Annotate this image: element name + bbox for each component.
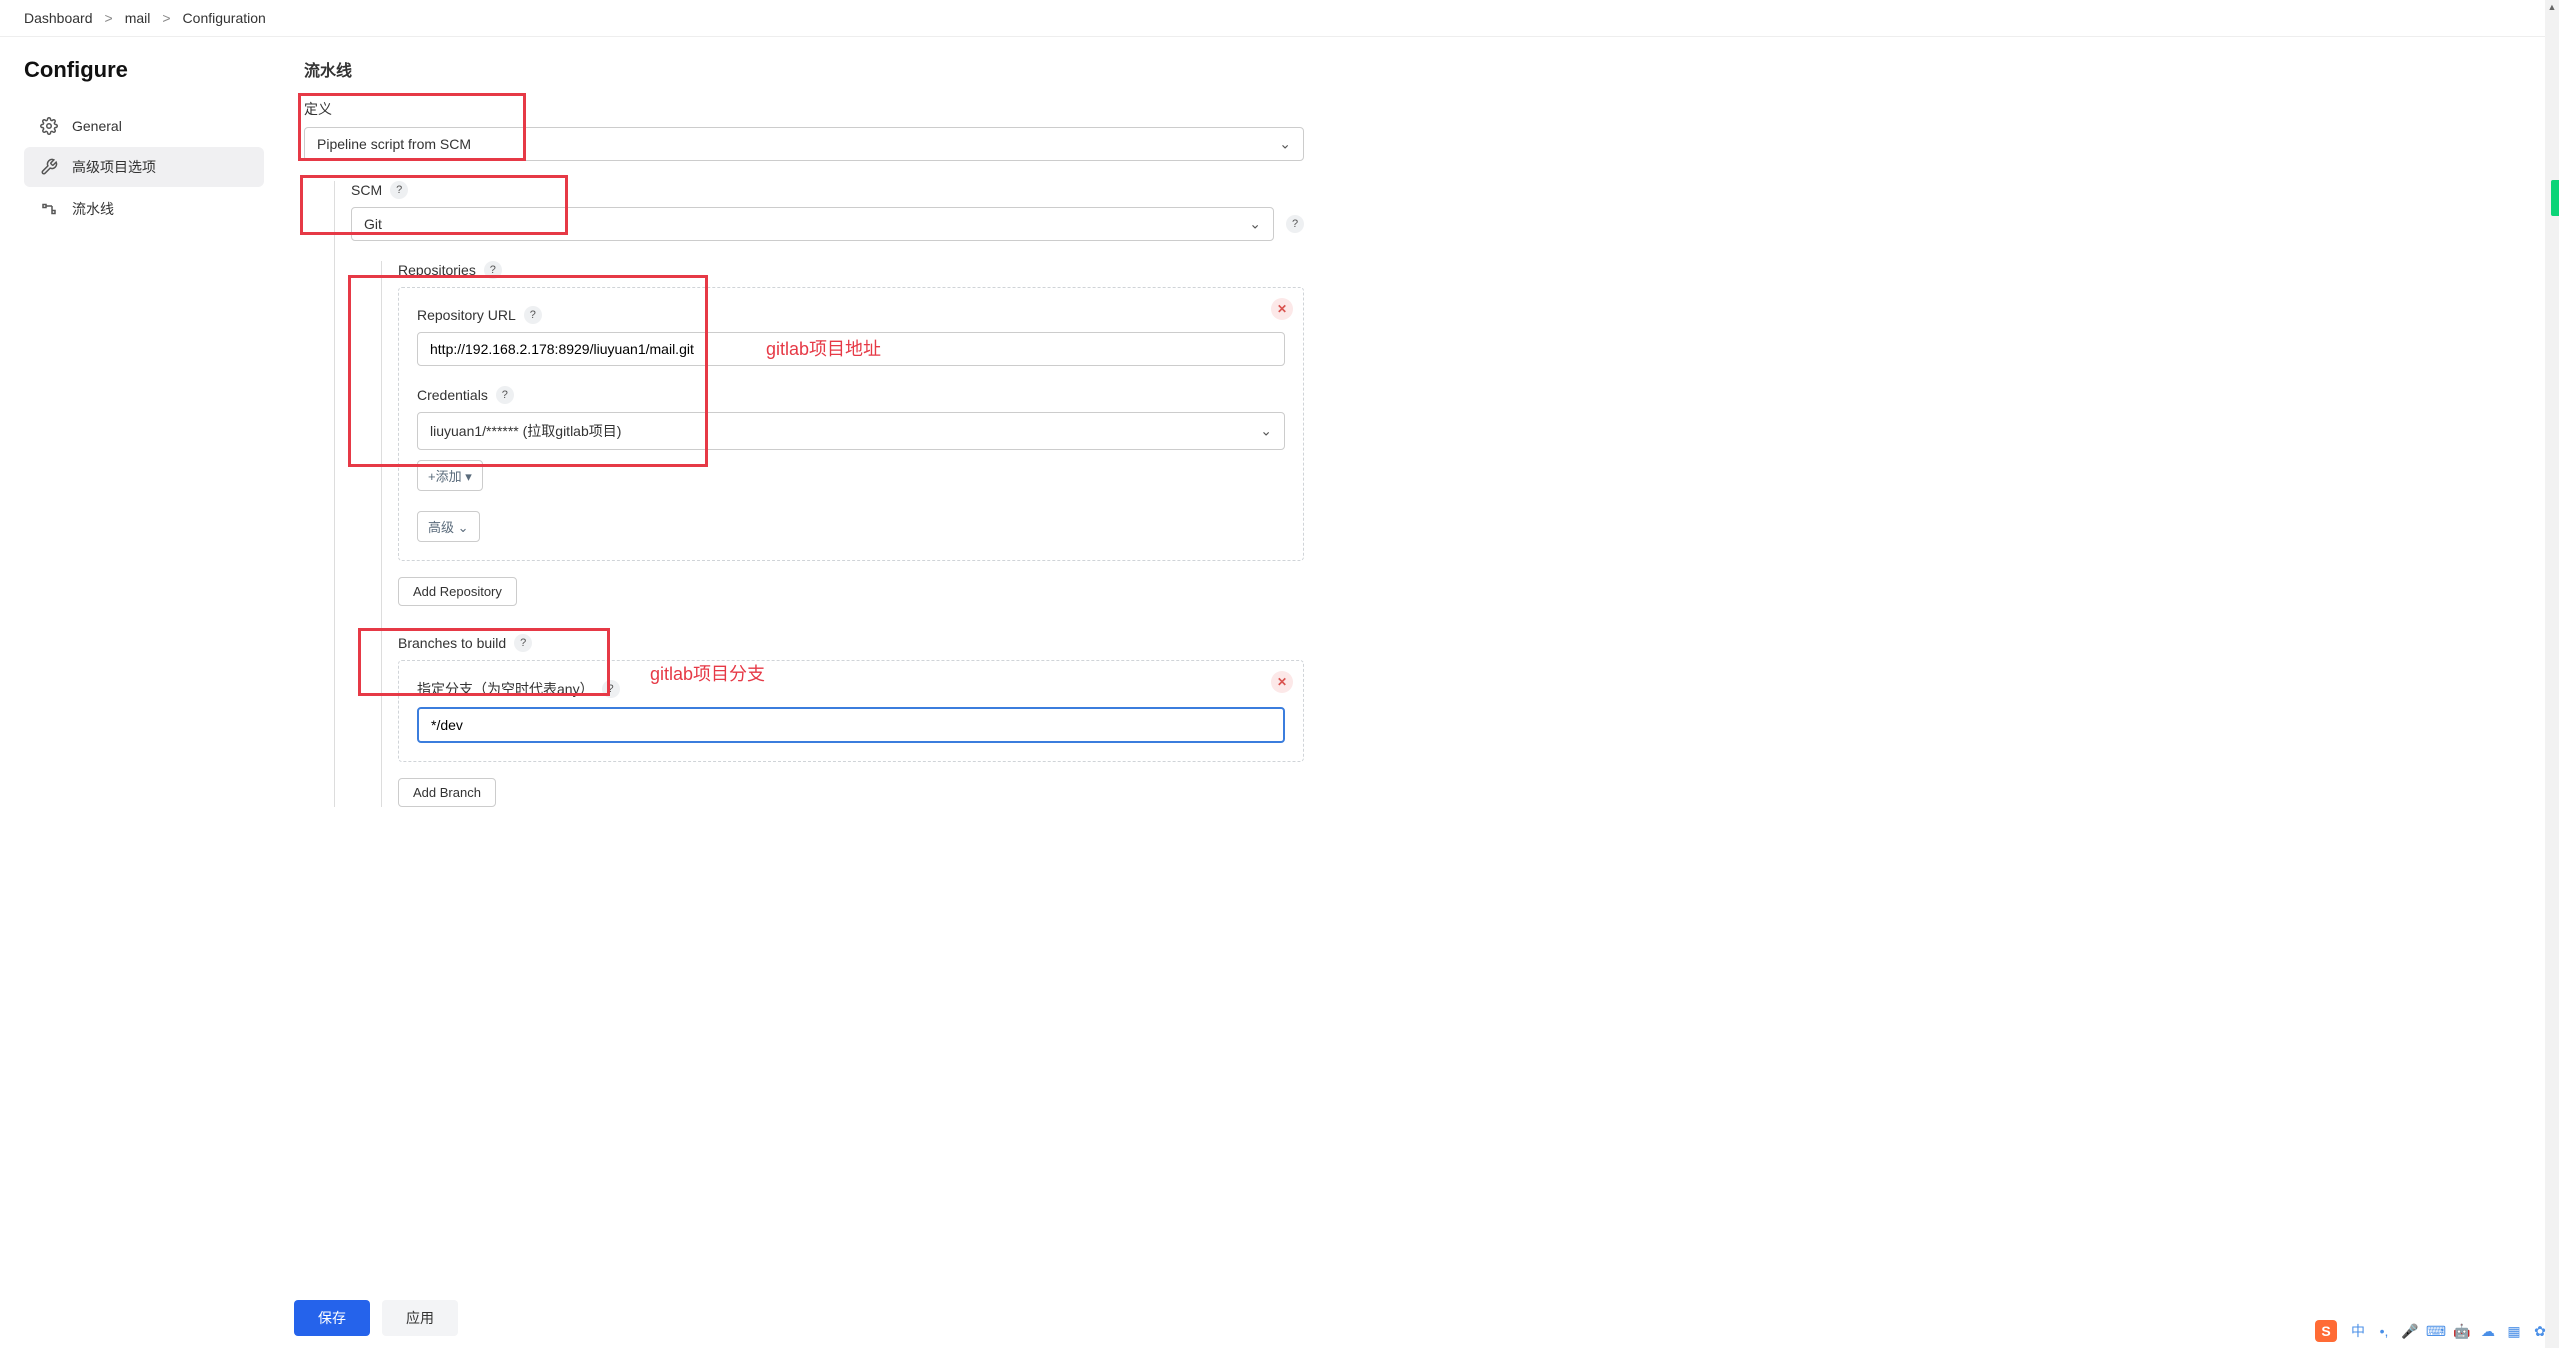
footer-bar: 保存 应用 <box>0 1288 2559 1348</box>
ime-robot-icon[interactable]: 🤖 <box>2453 1322 2471 1340</box>
remove-repository-button[interactable]: ✕ <box>1271 298 1293 320</box>
ime-settings-icon[interactable]: ✿ <box>2531 1322 2549 1340</box>
wrench-icon <box>40 158 58 176</box>
apply-button[interactable]: 应用 <box>382 1300 458 1336</box>
main-content: 流水线 gitlab项目地址 gitlab项目分支 定义 Pipeline sc… <box>304 57 1304 827</box>
gear-icon <box>40 117 58 135</box>
sidebar-item-general[interactable]: General <box>24 107 264 145</box>
help-icon[interactable]: ? <box>602 680 620 698</box>
close-icon: ✕ <box>1277 302 1287 316</box>
ime-lang-icon[interactable]: 中 <box>2349 1322 2367 1340</box>
ime-punct-icon[interactable]: •, <box>2375 1322 2393 1340</box>
sidebar-item-label: 高级项目选项 <box>72 157 156 177</box>
page-title: Configure <box>24 57 264 83</box>
add-credential-button[interactable]: +添加 ▾ <box>417 460 483 491</box>
annotation-gitlab-branch: gitlab项目分支 <box>650 660 765 686</box>
breadcrumb-configuration[interactable]: Configuration <box>183 10 266 26</box>
advanced-toggle-button[interactable]: 高级 ⌄ <box>417 511 480 542</box>
repositories-label: Repositories <box>398 262 476 278</box>
chevron-down-icon: ⌄ <box>1260 423 1272 440</box>
chevron-right-icon: > <box>105 10 113 26</box>
scm-label: SCM <box>351 182 382 198</box>
help-icon[interactable]: ? <box>1286 215 1304 233</box>
chevron-down-icon: ⌄ <box>1279 136 1291 153</box>
sidebar: Configure General 高级项目选项 流水线 <box>24 57 264 827</box>
taskbar: S 中 •, 🎤 ⌨ 🤖 ☁ ▦ ✿ <box>2305 1314 2559 1348</box>
sidebar-item-label: General <box>72 118 122 134</box>
branch-spec-input[interactable] <box>417 707 1285 743</box>
branches-label: Branches to build <box>398 635 506 651</box>
add-branch-button[interactable]: Add Branch <box>398 778 496 807</box>
definition-value: Pipeline script from SCM <box>317 136 471 152</box>
help-icon[interactable]: ? <box>496 386 514 404</box>
chevron-down-icon: ⌄ <box>1249 216 1261 233</box>
pipeline-icon <box>40 200 58 218</box>
repo-url-label: Repository URL <box>417 307 516 323</box>
help-icon[interactable]: ? <box>524 306 542 324</box>
breadcrumb-mail[interactable]: mail <box>125 10 151 26</box>
help-icon[interactable]: ? <box>390 181 408 199</box>
scm-select[interactable]: Git ⌄ <box>351 207 1274 241</box>
annotation-gitlab-url: gitlab项目地址 <box>766 335 881 361</box>
sidebar-item-label: 流水线 <box>72 199 114 219</box>
close-icon: ✕ <box>1277 675 1287 689</box>
caret-down-icon: ▾ <box>465 469 472 484</box>
credentials-label: Credentials <box>417 387 488 403</box>
definition-select[interactable]: Pipeline script from SCM ⌄ <box>304 127 1304 161</box>
repositories-group: Repositories ? ✕ Repository URL ? <box>398 261 1304 606</box>
scroll-up-icon[interactable]: ▲ <box>2545 0 2559 14</box>
ime-qr-icon[interactable]: ▦ <box>2505 1322 2523 1340</box>
branch-spec-label: 指定分支（为空时代表any） <box>417 679 594 699</box>
section-title: 流水线 <box>304 57 1304 81</box>
help-icon[interactable]: ? <box>514 634 532 652</box>
sogou-ime-icon[interactable]: S <box>2315 1320 2337 1342</box>
scm-value: Git <box>364 216 382 232</box>
sidebar-item-advanced[interactable]: 高级项目选项 <box>24 147 264 187</box>
ime-keyboard-icon[interactable]: ⌨ <box>2427 1322 2445 1340</box>
sidebar-item-pipeline[interactable]: 流水线 <box>24 189 264 229</box>
remove-branch-button[interactable]: ✕ <box>1271 671 1293 693</box>
credentials-select[interactable]: liuyuan1/****** (拉取gitlab项目) ⌄ <box>417 412 1285 450</box>
breadcrumb: Dashboard > mail > Configuration <box>0 0 2559 37</box>
branches-group: Branches to build ? ✕ 指定分支（为空时代表any） ? <box>398 634 1304 807</box>
repository-entry: ✕ Repository URL ? <box>398 287 1304 561</box>
definition-label: 定义 <box>304 99 1304 119</box>
chevron-right-icon: > <box>162 10 170 26</box>
breadcrumb-dashboard[interactable]: Dashboard <box>24 10 93 26</box>
help-icon[interactable]: ? <box>484 261 502 279</box>
chevron-down-icon: ⌄ <box>458 520 469 535</box>
scm-group: SCM ? Git ⌄ ? <box>351 181 1304 241</box>
ime-cloud-icon[interactable]: ☁ <box>2479 1322 2497 1340</box>
branch-entry: ✕ 指定分支（为空时代表any） ? <box>398 660 1304 762</box>
credentials-value: liuyuan1/****** (拉取gitlab项目) <box>430 421 621 441</box>
add-repository-button[interactable]: Add Repository <box>398 577 517 606</box>
save-button[interactable]: 保存 <box>294 1300 370 1336</box>
ime-mic-icon[interactable]: 🎤 <box>2401 1322 2419 1340</box>
side-accent <box>2551 180 2559 216</box>
definition-group: 定义 Pipeline script from SCM ⌄ <box>304 99 1304 161</box>
